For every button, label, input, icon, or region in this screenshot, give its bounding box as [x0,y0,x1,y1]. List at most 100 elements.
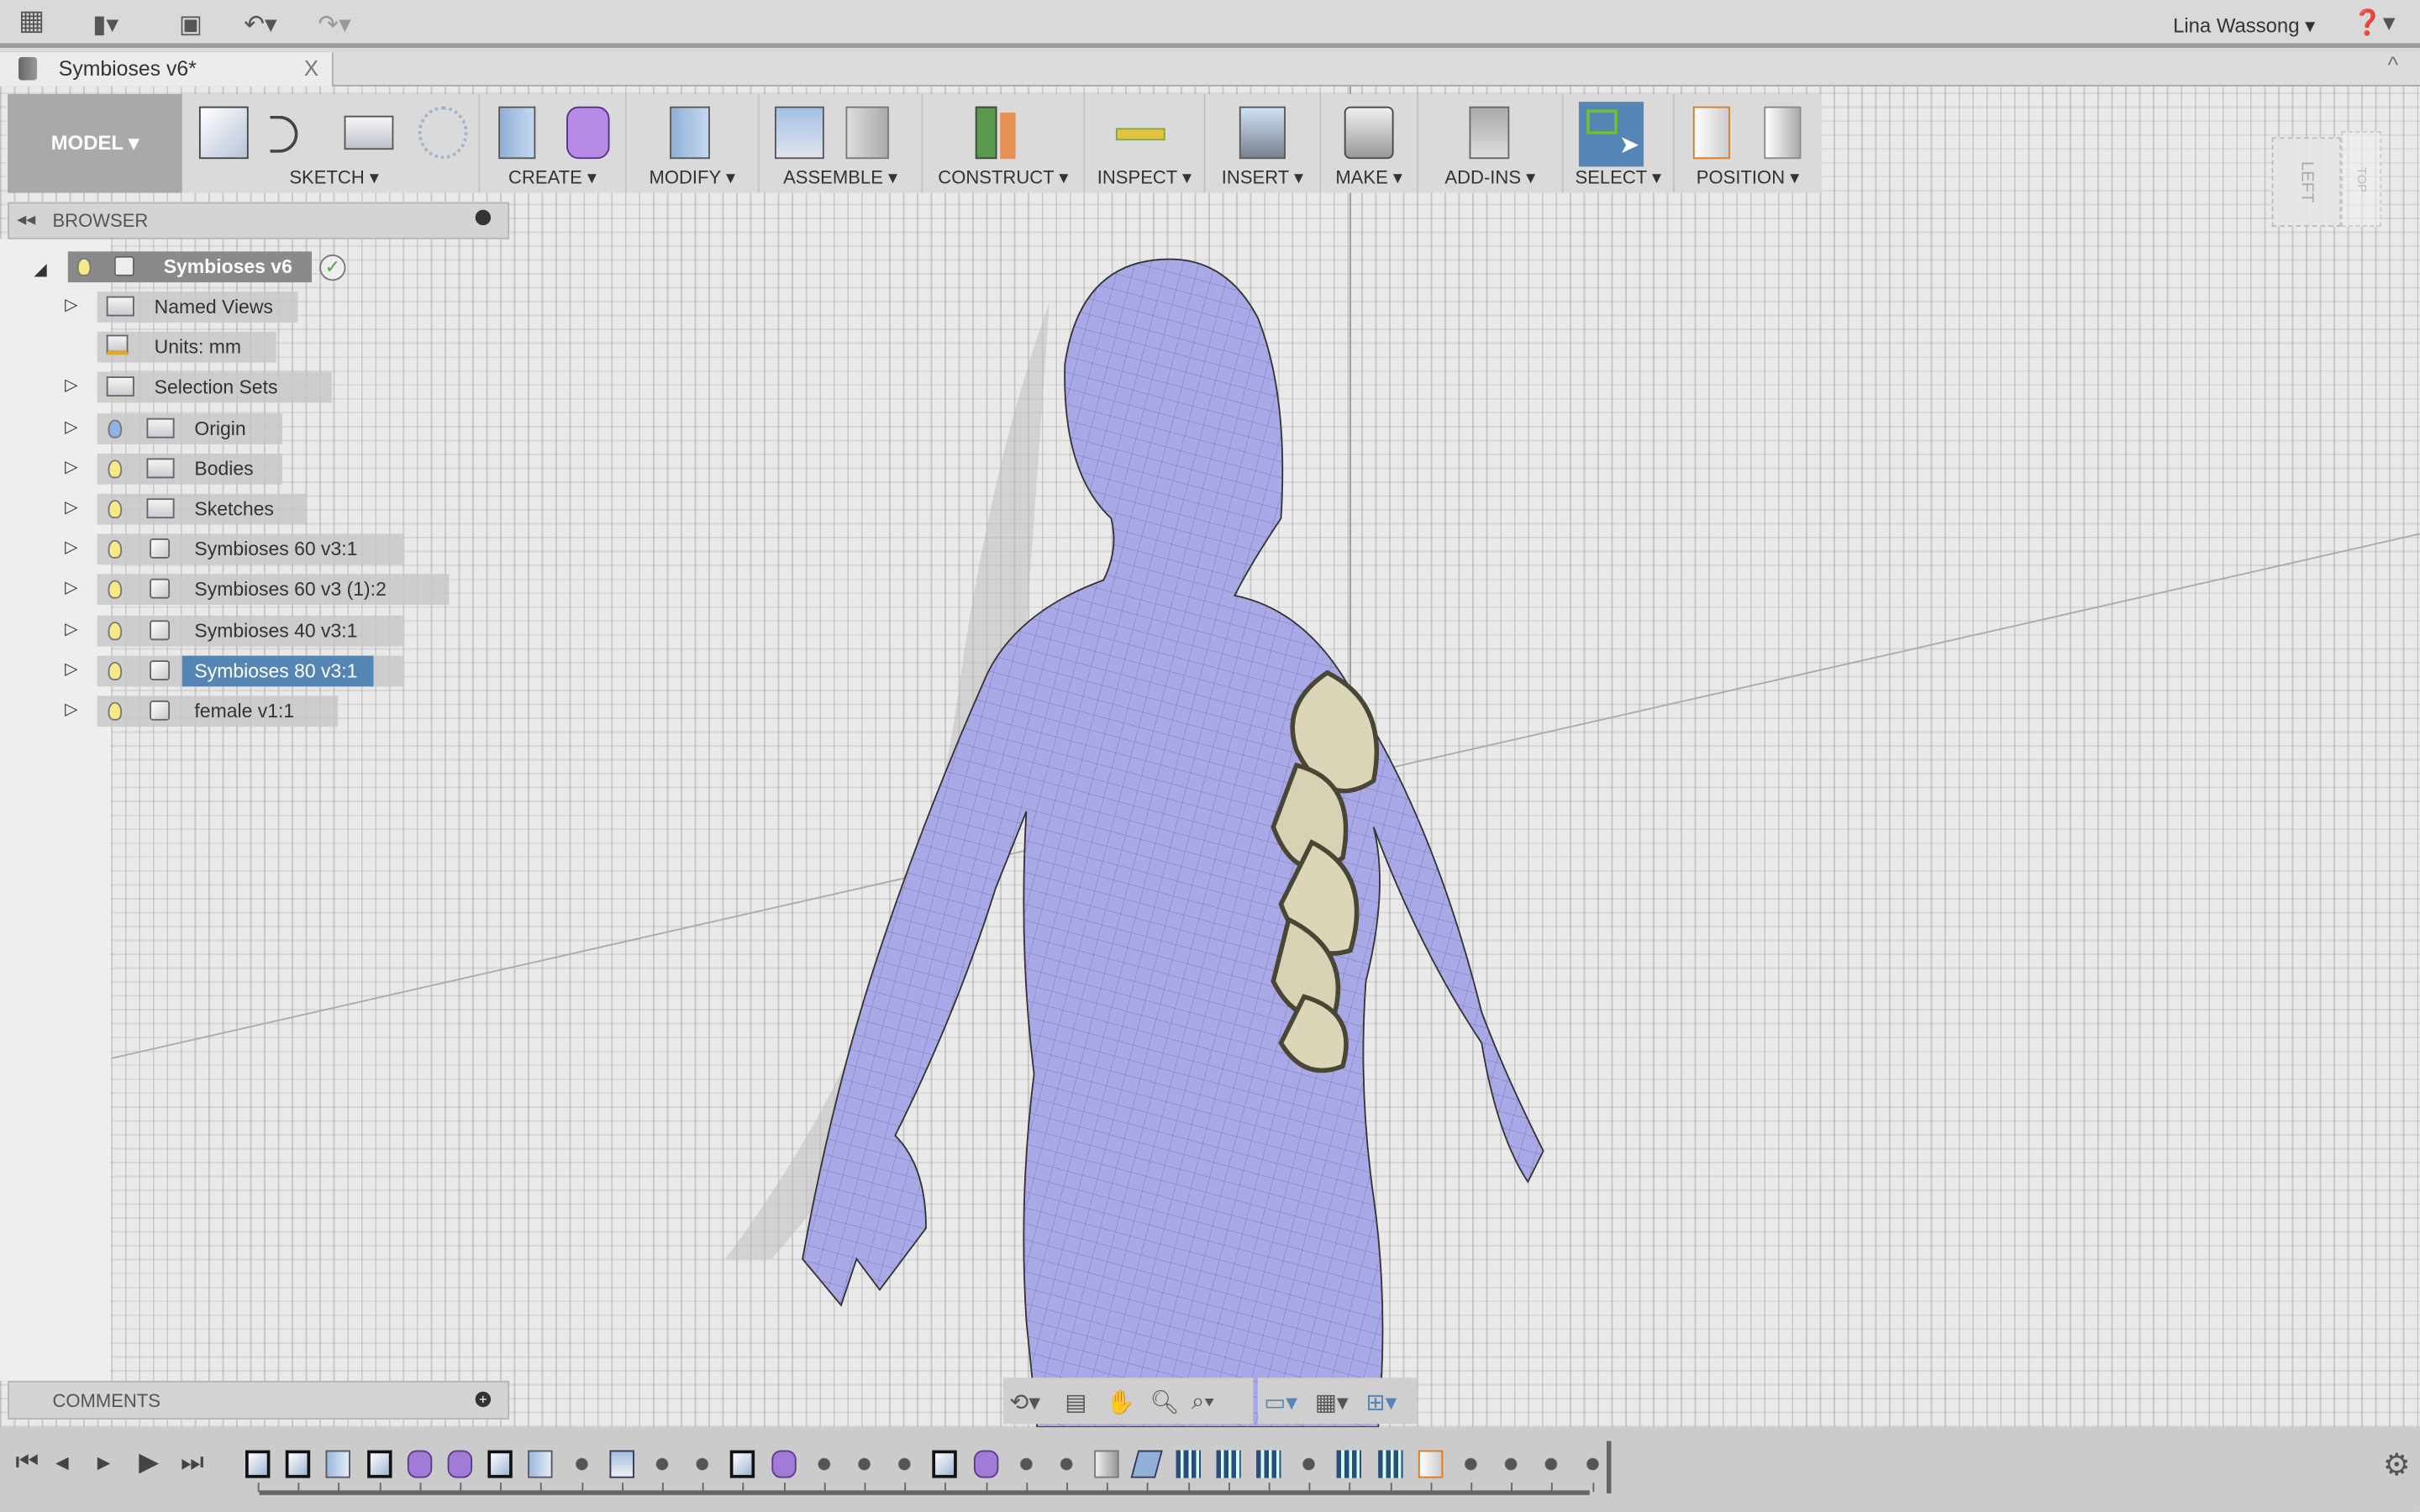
capture-position-icon[interactable] [1692,106,1730,160]
redo-icon[interactable]: ↷▾ [318,9,350,40]
modify-menu[interactable]: MODIFY ▾ [627,166,758,188]
tree-expand-icon[interactable]: ▷ [65,659,78,679]
play-icon[interactable]: ▸ [97,1447,111,1478]
make-group[interactable]: MAKE ▾ [1321,94,1418,193]
female-body[interactable] [802,258,1544,1427]
3d-viewport[interactable] [0,86,2420,1427]
browser-item[interactable]: Symbioses 60 v3:1 [97,533,405,565]
tree-expand-icon[interactable]: ▷ [65,416,78,436]
create-group[interactable]: CREATE ▾ [480,94,627,193]
extrude-icon[interactable] [498,106,536,160]
tree-expand-icon[interactable]: ▷ [65,618,78,638]
insert-group[interactable]: INSERT ▾ [1205,94,1322,193]
step-forward-icon[interactable]: ▶ [139,1447,159,1478]
timeline-move-icon[interactable] [1054,1450,1079,1478]
timeline-settings-gear-icon[interactable]: ⚙ [2383,1446,2411,1484]
visibility-bulb-icon[interactable] [108,540,123,559]
sketch-pattern-icon[interactable] [418,106,468,160]
timeline-move-icon[interactable] [851,1450,877,1478]
revert-position-icon[interactable] [1764,106,1802,160]
undo-icon[interactable]: ↶▾ [244,9,276,40]
workspace-switcher[interactable]: MODEL ▾ [8,94,182,193]
visibility-bulb-icon[interactable] [108,621,123,640]
visibility-bulb-icon[interactable] [108,661,123,680]
timeline-move-icon[interactable] [568,1450,594,1478]
collapse-caret-icon[interactable]: ^ [2387,52,2398,78]
browser-item[interactable]: Symbioses 60 v3 (1):2 [97,574,450,606]
display-settings-icon[interactable]: ▭▾ [1264,1389,1297,1416]
tree-expand-root[interactable]: ◢ [34,255,47,282]
make-menu[interactable]: MAKE ▾ [1321,166,1417,188]
position-menu[interactable]: POSITION ▾ [1675,166,1821,188]
timeline-move-icon[interactable] [1580,1450,1605,1478]
close-tab-icon[interactable]: X [304,55,318,80]
insert-image-icon[interactable] [1239,106,1286,160]
minimize-icon[interactable] [475,209,492,226]
select-icon[interactable]: ➤ [1578,102,1644,167]
tree-expand-icon[interactable]: ▷ [65,496,78,517]
add-ins-menu[interactable]: ADD-INS ▾ [1418,166,1562,188]
view-cube-left-face[interactable]: LEFT [2297,161,2316,202]
view-cube-top-face[interactable]: TOP [2354,166,2369,192]
timeline-rigid-group-icon[interactable] [1131,1450,1164,1478]
user-menu[interactable]: Lina Wassong ▾ [2173,14,2315,39]
timeline-move-icon[interactable] [1539,1450,1565,1478]
tree-expand-icon[interactable]: ▷ [65,699,78,719]
timeline-extrude-icon[interactable] [528,1450,554,1478]
collapse-browser-icon[interactable]: ◂◂ [17,208,35,230]
assemble-group[interactable]: ASSEMBLE ▾ [760,94,923,193]
select-group[interactable]: ➤ SELECT ▾ [1564,94,1675,193]
modify-group[interactable]: MODIFY ▾ [627,94,760,193]
go-to-start-icon[interactable]: ⏮ [15,1447,39,1478]
active-check-icon[interactable]: ✓ [319,255,346,281]
joint-icon[interactable] [845,106,889,160]
timeline-form-icon[interactable] [447,1450,473,1478]
timeline-sketch-icon[interactable] [286,1450,311,1478]
scripts-addins-icon[interactable] [1469,106,1510,160]
timeline-joint-icon[interactable] [1094,1450,1119,1478]
tree-expand-icon[interactable]: ▷ [65,538,78,557]
timeline-group-icon[interactable] [1377,1450,1402,1478]
orbit-icon[interactable]: ⟲▾ [1009,1389,1040,1416]
grid-apps-icon[interactable]: ▦ [18,5,45,38]
timeline-move-icon[interactable] [650,1450,675,1478]
step-back-icon[interactable]: ◂ [55,1447,69,1478]
timeline-marker[interactable] [1607,1441,1612,1494]
browser-item[interactable]: Units: mm [97,332,276,363]
offset-plane-icon[interactable] [975,106,997,160]
timeline-sketch-icon[interactable] [487,1450,513,1478]
visibility-bulb-icon[interactable] [108,580,123,600]
browser-item[interactable]: Symbioses 40 v3:1 [97,615,405,646]
rectangle-icon[interactable] [344,115,394,150]
timeline-group-icon[interactable] [1337,1450,1362,1478]
create-sketch-icon[interactable] [198,106,249,160]
go-to-end-icon[interactable]: ⏭ [181,1447,204,1478]
fit-icon[interactable]: ⌕▾ [1192,1389,1214,1415]
select-menu[interactable]: SELECT ▾ [1564,166,1673,188]
timeline-move-icon[interactable] [1297,1450,1322,1478]
add-comment-icon[interactable]: + [475,1391,492,1408]
tree-expand-icon[interactable]: ▷ [65,456,78,476]
timeline-move-icon[interactable] [1498,1450,1524,1478]
visibility-bulb-icon[interactable] [76,257,92,276]
browser-item[interactable]: Sketches [97,493,305,525]
new-component-icon[interactable] [775,106,824,160]
visibility-bulb-icon[interactable] [108,500,123,519]
arc-icon[interactable] [270,115,298,153]
tree-expand-icon[interactable]: ▷ [65,375,78,396]
create-form-icon[interactable] [566,106,610,160]
timeline-move-icon[interactable] [690,1450,715,1478]
timeline-form-icon[interactable] [771,1450,796,1478]
look-at-icon[interactable]: ▤ [1065,1389,1086,1416]
timeline-move-icon[interactable] [811,1450,837,1478]
pan-hand-icon[interactable]: ✋ [1107,1389,1135,1416]
view-cube[interactable]: LEFT TOP [2271,131,2383,233]
sketch-group[interactable]: SKETCH ▾ [190,94,481,193]
timeline-move-icon[interactable] [1013,1450,1039,1478]
press-pull-icon[interactable] [670,106,710,160]
tree-expand-icon[interactable]: ▷ [65,578,78,597]
timeline-extrude-icon[interactable] [326,1450,351,1478]
save-icon[interactable]: ▣ [179,9,203,40]
browser-item[interactable]: Symbioses 80 v3:1 [97,655,405,686]
sketch-menu[interactable]: SKETCH ▾ [190,166,478,188]
